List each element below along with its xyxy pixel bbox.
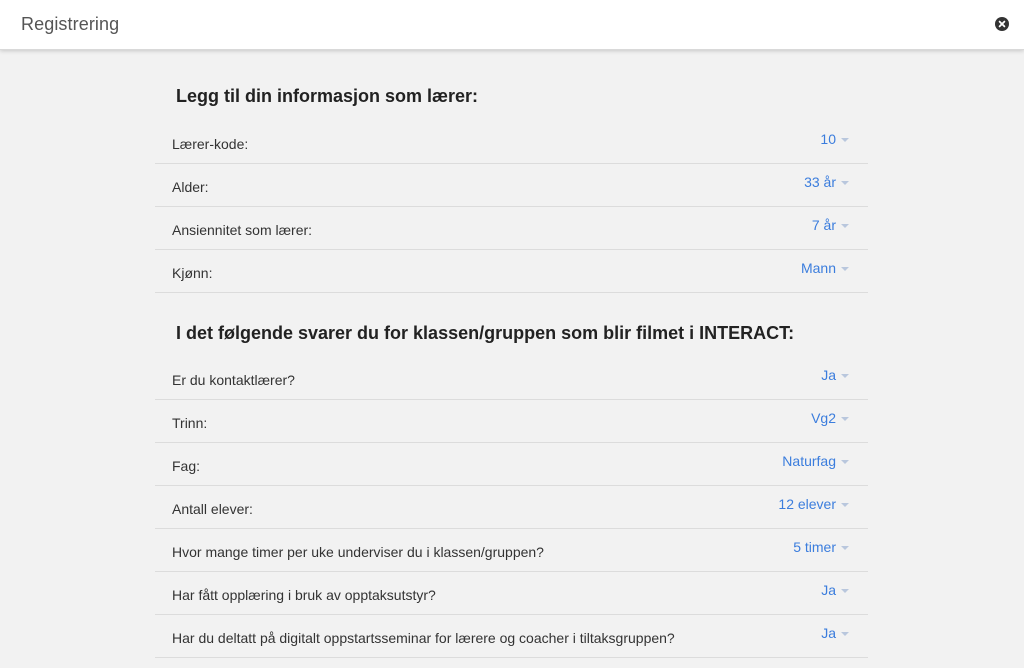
select-value: 12 elever	[778, 496, 836, 512]
seniority-select[interactable]: 7 år	[812, 217, 849, 233]
select-value: Mann	[800, 260, 836, 276]
form-row-seniority: Ansiennitet som lærer: 7 år	[155, 207, 868, 250]
grade-select[interactable]: Vg2	[811, 410, 849, 426]
page-title: Registrering	[21, 14, 120, 34]
caret-down-icon	[841, 502, 849, 507]
caret-down-icon	[841, 459, 849, 464]
age-select[interactable]: 33 år	[804, 174, 849, 190]
caret-down-icon	[841, 588, 849, 593]
row-label: Har fått opplæring i bruk av opptaksutst…	[172, 587, 436, 603]
close-icon	[998, 20, 1006, 28]
select-value: 5 timer	[793, 539, 836, 555]
row-label: Kjønn:	[172, 265, 213, 281]
student-count-select[interactable]: 12 elever	[778, 496, 849, 512]
form-row-grade: Trinn: Vg2	[155, 400, 868, 443]
caret-down-icon	[841, 137, 849, 142]
subject-select[interactable]: Naturfag	[782, 453, 849, 469]
teacher-code-select[interactable]: 10	[820, 131, 849, 147]
caret-down-icon	[841, 180, 849, 185]
caret-down-icon	[841, 373, 849, 378]
select-value: Naturfag	[782, 453, 836, 469]
caret-down-icon	[841, 266, 849, 271]
form-row-age: Alder: 33 år	[155, 164, 868, 207]
select-value: Ja	[821, 625, 836, 641]
caret-down-icon	[841, 223, 849, 228]
select-value: Ja	[821, 582, 836, 598]
section-title-teacher-info: Legg til din informasjon som lærer:	[176, 86, 479, 106]
row-label: Er du kontaktlærer?	[172, 372, 295, 388]
form-row-teacher-code: Lærer-kode: 10	[155, 121, 868, 164]
select-value: Ja	[821, 367, 836, 383]
form-row-hours-per-week: Hvor mange timer per uke underviser du i…	[155, 529, 868, 572]
form-row-contact-teacher: Er du kontaktlærer? Ja	[155, 357, 868, 400]
form-row-equipment-training: Har fått opplæring i bruk av opptaksutst…	[155, 572, 868, 615]
row-label: Trinn:	[172, 415, 208, 431]
top-bar: Registrering	[0, 0, 1024, 50]
caret-down-icon	[841, 631, 849, 636]
form-row-seminar: Har du deltatt på digitalt oppstartssemi…	[155, 615, 868, 658]
row-label: Fag:	[172, 458, 201, 474]
row-label: Lærer-kode:	[172, 136, 249, 152]
row-label: Alder:	[172, 179, 209, 195]
row-label: Har du deltatt på digitalt oppstartssemi…	[172, 630, 675, 646]
caret-down-icon	[841, 416, 849, 421]
row-label: Hvor mange timer per uke underviser du i…	[172, 544, 544, 560]
close-button[interactable]	[995, 17, 1009, 31]
form-row-gender: Kjønn: Mann	[155, 250, 868, 293]
hours-per-week-select[interactable]: 5 timer	[793, 539, 849, 555]
contact-teacher-select[interactable]: Ja	[821, 367, 849, 383]
section-title-class-info: I det følgende svarer du for klassen/gru…	[176, 323, 795, 343]
row-label: Ansiennitet som lærer:	[172, 222, 313, 238]
select-value: 33 år	[804, 174, 836, 190]
select-value: Vg2	[811, 410, 836, 426]
registration-form: Legg til din informasjon som lærer: Lære…	[155, 50, 868, 658]
form-row-student-count: Antall elever: 12 elever	[155, 486, 868, 529]
caret-down-icon	[841, 545, 849, 550]
gender-select[interactable]: Mann	[801, 260, 849, 276]
form-row-subject: Fag: Naturfag	[155, 443, 868, 486]
select-value: 7 år	[811, 217, 836, 233]
equipment-training-select[interactable]: Ja	[821, 582, 849, 598]
seminar-select[interactable]: Ja	[821, 625, 849, 641]
select-value: 10	[820, 131, 836, 147]
row-label: Antall elever:	[172, 501, 253, 517]
